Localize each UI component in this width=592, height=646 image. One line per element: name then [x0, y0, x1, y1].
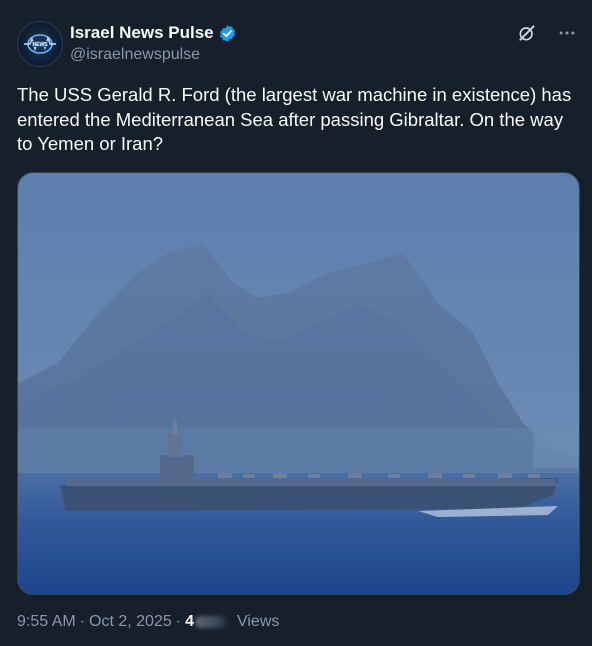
tweet-post: NEWS Israel News Pulse @israelnewspulse [0, 0, 592, 646]
views-label: Views [236, 613, 280, 630]
carrier-gibraltar-photo [18, 173, 579, 594]
more-options-icon[interactable] [556, 22, 578, 44]
meta-separator: · [79, 613, 86, 630]
tweet-text: The USS Gerald R. Ford (the largest war … [17, 84, 577, 154]
tweet-time[interactable]: 9:55 AM [17, 613, 76, 631]
svg-text:NEWS: NEWS [33, 42, 49, 48]
views-count: 4 [185, 613, 194, 630]
avatar-logo-icon: NEWS [24, 34, 56, 54]
author-handle[interactable]: @israelnewspulse [70, 46, 200, 64]
tweet-photo[interactable] [17, 172, 580, 595]
views-count-blurred [194, 616, 229, 628]
tweet-actions-top [516, 22, 578, 44]
meta-separator: · [175, 613, 182, 630]
author-display-name[interactable]: Israel News Pulse [70, 23, 214, 43]
verified-badge-icon [218, 24, 237, 43]
grok-icon[interactable] [516, 22, 538, 44]
author-name-row: Israel News Pulse [70, 23, 237, 43]
tweet-meta: 9:55 AM · Oct 2, 2025 · 4 Views [17, 613, 279, 631]
author-avatar[interactable]: NEWS [17, 21, 63, 67]
tweet-date[interactable]: Oct 2, 2025 [89, 613, 172, 631]
